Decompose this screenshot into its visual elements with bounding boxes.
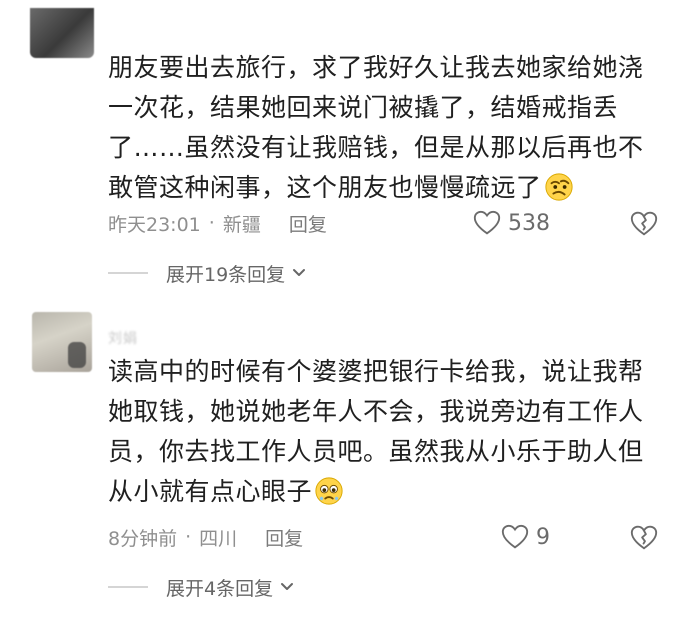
broken-heart-icon — [630, 525, 658, 550]
teary-emoji-icon — [315, 477, 343, 505]
expand-replies-label: 展开19条回复 — [166, 263, 286, 286]
dislike-button[interactable] — [628, 208, 660, 238]
avatar[interactable] — [30, 8, 94, 58]
meta-separator: · — [185, 526, 192, 548]
heart-outline-icon — [501, 524, 529, 549]
comment-meta: 昨天23:01 · 新疆 回复 538 — [108, 208, 660, 238]
like-count: 538 — [508, 210, 550, 236]
comment-item: 刘娟 读高中的时候有个婆婆把银行卡给我，说让我帮她取钱，她说她老年人不会，我说旁… — [0, 300, 690, 625]
comment-time: 8分钟前 — [108, 527, 178, 550]
comment-content: 朋友要出去旅行，求了我好久让我去她家给她浇一次花，结果她回来说门被撬了，结婚戒指… — [108, 48, 650, 208]
comment-content: 读高中的时候有个婆婆把银行卡给我，说让我帮她取钱，她说她老年人不会，我说旁边有工… — [108, 352, 650, 512]
expand-replies-button[interactable]: 展开4条回复 — [108, 572, 295, 602]
comment-meta: 8分钟前 · 四川 回复 9 — [108, 522, 660, 552]
broken-heart-icon — [630, 211, 658, 236]
comment-item: 朋友要出去旅行，求了我好久让我去她家给她浇一次花，结果她回来说门被撬了，结婚戒指… — [0, 0, 690, 300]
like-button[interactable]: 538 — [472, 208, 550, 238]
skeptical-emoji-icon — [544, 173, 573, 201]
heart-outline-icon — [473, 210, 501, 235]
expand-replies-button[interactable]: 展开19条回复 — [108, 258, 307, 288]
meta-separator: · — [208, 212, 215, 234]
divider — [108, 272, 148, 274]
like-count: 9 — [536, 524, 550, 550]
comment-location: 新疆 — [222, 213, 261, 236]
expand-replies-label: 展开4条回复 — [166, 577, 274, 600]
reply-button[interactable]: 回复 — [289, 210, 327, 237]
chevron-down-icon — [293, 269, 306, 276]
chevron-down-icon — [281, 583, 294, 590]
comment-time: 昨天23:01 — [108, 213, 201, 236]
divider — [108, 586, 148, 588]
dislike-button[interactable] — [628, 522, 660, 552]
comment-text: 读高中的时候有个婆婆把银行卡给我，说让我帮她取钱，她说她老年人不会，我说旁边有工… — [108, 357, 644, 506]
like-button[interactable]: 9 — [500, 522, 550, 552]
reply-button[interactable]: 回复 — [265, 524, 303, 551]
avatar[interactable] — [32, 312, 92, 372]
username[interactable] — [108, 8, 168, 26]
username[interactable]: 刘娟 — [108, 328, 168, 346]
comment-location: 四川 — [199, 527, 238, 550]
